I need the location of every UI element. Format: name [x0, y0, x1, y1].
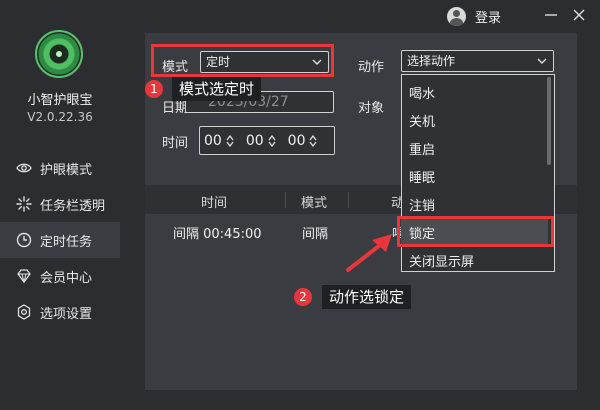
- action-select-value: 选择动作: [407, 54, 456, 68]
- step-tip-1: 模式选定时: [172, 77, 262, 101]
- annotation-box-mode: [151, 44, 334, 77]
- column-header-time: 时间: [201, 196, 228, 211]
- table-cell-time: 间隔 00:45:00: [173, 227, 262, 242]
- sidebar-item-label: 任务栏透明: [40, 198, 106, 214]
- dropdown-option-turn-off-display[interactable]: 关闭显示屏: [409, 251, 474, 270]
- sidebar-item-scheduled-task[interactable]: 定时任务: [0, 222, 120, 258]
- clock-icon: [16, 232, 32, 248]
- dropdown-option-shutdown[interactable]: 关机: [409, 111, 435, 130]
- column-divider: [285, 192, 286, 208]
- sidebar-item-label: 定时任务: [40, 234, 93, 250]
- close-icon[interactable]: [572, 8, 586, 22]
- spin-arrows-icon[interactable]: [226, 134, 234, 147]
- step-badge-1: 1: [145, 80, 163, 98]
- arrow-icon: [346, 234, 392, 272]
- dropdown-option-restart[interactable]: 重启: [409, 139, 435, 158]
- dropdown-option-sleep[interactable]: 睡眠: [409, 167, 435, 186]
- time-label: 时间: [162, 136, 189, 151]
- action-select[interactable]: 选择动作: [401, 50, 554, 72]
- user-login[interactable]: 登录: [447, 7, 501, 26]
- sidebar-item-label: 选项设置: [40, 306, 93, 322]
- app-name: 小智护眼宝: [27, 93, 93, 108]
- app-version: V2.0.22.36: [27, 110, 93, 124]
- spin-arrows-icon[interactable]: [268, 134, 276, 147]
- step-tip-2: 动作选锁定: [322, 285, 412, 309]
- target-label: 对象: [358, 101, 385, 116]
- sidebar-item-taskbar-transparent[interactable]: 任务栏透明: [0, 186, 120, 222]
- annotation-box-lock: [397, 216, 554, 247]
- gear-icon: [17, 304, 31, 320]
- diamond-icon: [17, 269, 31, 284]
- column-divider: [348, 192, 349, 208]
- column-header-mode: 模式: [301, 196, 328, 211]
- sparkle-icon: [16, 196, 32, 212]
- sidebar: 小智护眼宝 V2.0.22.36 护眼模式 任务栏透明 定时任务 会员中心 选项…: [0, 0, 120, 410]
- minute-stepper[interactable]: 00: [246, 133, 276, 149]
- second-stepper[interactable]: 00: [288, 133, 318, 149]
- minute-value: 00: [245, 132, 264, 149]
- eye-icon: [16, 163, 32, 173]
- action-label: 动作: [358, 60, 385, 75]
- second-value: 00: [287, 132, 306, 149]
- minimize-icon[interactable]: [544, 8, 558, 22]
- hour-value: 00: [204, 132, 222, 149]
- sidebar-item-settings[interactable]: 选项设置: [0, 294, 120, 330]
- sidebar-item-eye-mode[interactable]: 护眼模式: [0, 150, 120, 186]
- hour-stepper[interactable]: 00: [204, 133, 234, 149]
- avatar: [447, 7, 466, 26]
- sidebar-item-member-center[interactable]: 会员中心: [0, 258, 120, 294]
- sidebar-item-label: 会员中心: [40, 270, 93, 286]
- app-logo: [35, 30, 83, 78]
- sidebar-item-label: 护眼模式: [40, 162, 93, 178]
- dropdown-option-drink-water[interactable]: 喝水: [409, 83, 435, 102]
- table-cell-mode: 间隔: [302, 227, 329, 242]
- time-stepper[interactable]: 00 00 00: [199, 126, 335, 155]
- spin-arrows-icon[interactable]: [309, 134, 318, 147]
- step-badge-2: 2: [294, 288, 312, 306]
- login-link[interactable]: 登录: [475, 7, 501, 26]
- dropdown-scrollbar[interactable]: [547, 77, 551, 165]
- dropdown-option-logout[interactable]: 注销: [409, 195, 435, 214]
- chevron-down-icon: [537, 58, 547, 64]
